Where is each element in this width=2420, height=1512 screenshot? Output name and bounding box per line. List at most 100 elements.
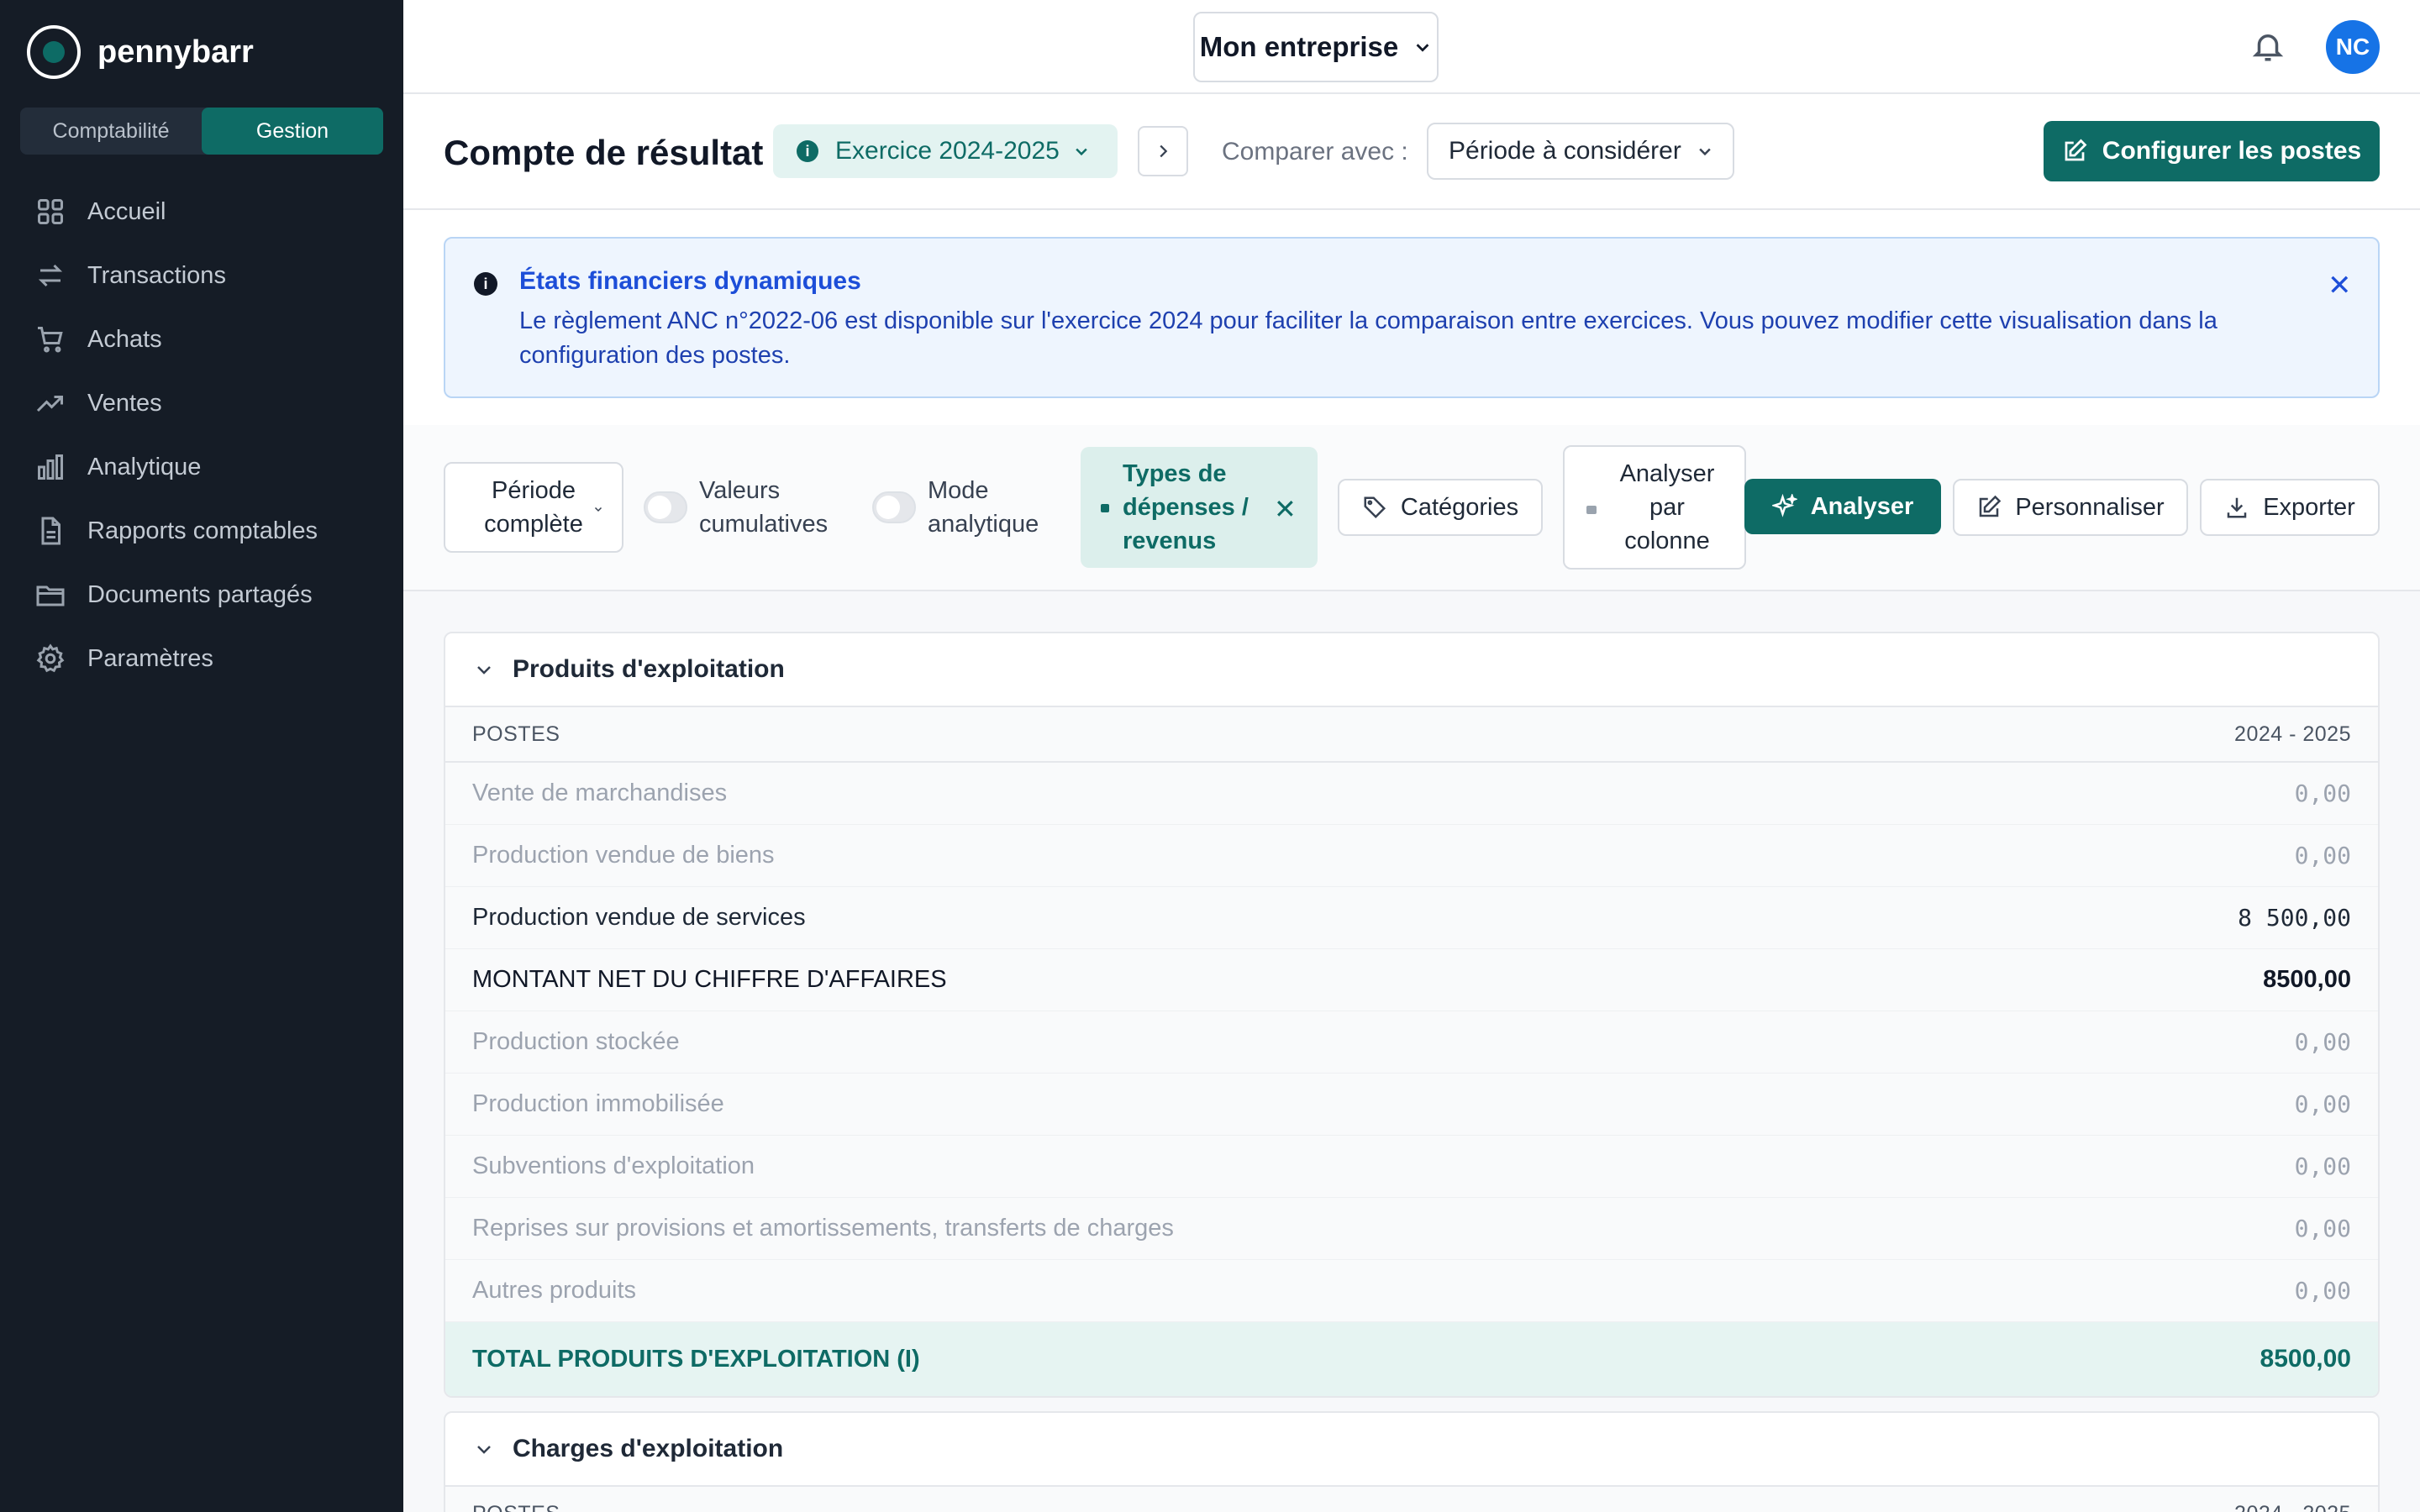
chevron-down-icon [1416, 44, 1429, 52]
sidebar-item-accueil[interactable]: Accueil [0, 180, 403, 244]
edit-icon [2065, 139, 2087, 161]
table-row[interactable]: MONTANT NET DU CHIFFRE D'AFFAIRES 8500,0… [445, 949, 2378, 1011]
row-label: Production stockée [472, 1028, 680, 1055]
column-header-period: 2024 - 2025 [2234, 722, 2351, 746]
info-banner: i États financiers dynamiques Le règleme… [444, 237, 2380, 398]
grid-icon [38, 199, 63, 224]
sidebar-item-analytique[interactable]: Analytique [0, 435, 403, 499]
sparkles-icon [1771, 494, 1797, 517]
types-filter-chip[interactable]: Types de dépenses / revenus ✕ [1081, 447, 1318, 568]
sidebar-item-transactions[interactable]: Transactions [0, 244, 403, 307]
info-icon: i [797, 140, 818, 162]
chevron-right-icon [1160, 144, 1168, 158]
sidebar-item-achats[interactable]: Achats [0, 307, 403, 371]
total-label: TOTAL PRODUITS D'EXPLOITATION (I) [472, 1345, 920, 1373]
analyze-button[interactable]: Analyser [1744, 479, 1941, 534]
customize-button[interactable]: Personnaliser [1953, 479, 2188, 536]
avatar[interactable]: NC [2326, 20, 2380, 74]
brand-name: pennybarr [97, 34, 254, 70]
company-name: Mon entreprise [1199, 31, 1399, 62]
document-icon [41, 517, 60, 545]
row-label: MONTANT NET DU CHIFFRE D'AFFAIRES [472, 966, 947, 993]
export-button[interactable]: Exporter [2200, 479, 2380, 536]
sidebar-item-label: Analytique [87, 453, 202, 480]
table-row[interactable]: Reprises sur provisions et amortissement… [445, 1198, 2378, 1260]
row-value: 0,00 [2294, 1090, 2351, 1118]
compare-period-value: Période à considérer [1449, 137, 1681, 165]
tab-comptabilite[interactable]: Comptabilité [20, 108, 202, 155]
download-icon [2227, 497, 2247, 518]
next-exercise-button[interactable] [1138, 126, 1188, 176]
section-title: Charges d'exploitation [513, 1435, 784, 1462]
trend-icon [36, 396, 63, 412]
gear-icon [36, 643, 65, 673]
table-row[interactable]: Production stockée 0,00 [445, 1011, 2378, 1074]
main-area: Mon entreprise NC Compte de résultat i E… [403, 0, 2420, 1512]
row-value: 8 500,00 [2238, 904, 2351, 932]
column-header-postes: POSTES [472, 1502, 560, 1512]
close-icon[interactable]: ✕ [1274, 492, 1297, 526]
table-row[interactable]: Production immobilisée 0,00 [445, 1074, 2378, 1136]
sidebar-item-ventes[interactable]: Ventes [0, 371, 403, 435]
sidebar-item-label: Documents partagés [87, 580, 313, 608]
period-dropdown[interactable]: Période complète [444, 462, 623, 553]
table-row[interactable]: Production vendue de services 8 500,00 [445, 887, 2378, 949]
tag-icon [1364, 496, 1386, 519]
column-header-postes: POSTES [472, 722, 560, 746]
report-toolbar: Période complète Valeurs cumulatives Mod… [403, 425, 2420, 591]
bell-icon[interactable] [2250, 29, 2286, 64]
analytic-toggle[interactable] [872, 491, 916, 523]
analyze-label: Analyser [1810, 492, 1914, 520]
banner-title: États financiers dynamiques [519, 267, 861, 295]
sidebar-item-label: Paramètres [87, 644, 213, 672]
close-icon[interactable]: ✕ [2328, 269, 2352, 302]
mode-switch: Comptabilité Gestion [20, 108, 383, 155]
row-label: Production immobilisée [472, 1090, 724, 1117]
tab-gestion[interactable]: Gestion [202, 108, 383, 155]
column-header-period: 2024 - 2025 [2234, 1502, 2351, 1512]
total-row: TOTAL PRODUITS D'EXPLOITATION (I) 8500,0… [445, 1322, 2378, 1396]
section-header[interactable]: Produits d'exploitation [445, 633, 2378, 707]
section-header[interactable]: Charges d'exploitation [445, 1413, 2378, 1487]
categories-button[interactable]: Catégories [1338, 479, 1543, 536]
folder-icon [36, 585, 65, 606]
table-row[interactable]: Autres produits 0,00 [445, 1260, 2378, 1322]
exercise-label: Exercice 2024-2025 [835, 137, 1060, 165]
brand[interactable]: pennybarr [27, 25, 254, 79]
section-charges: Charges d'exploitation POSTES 2024 - 202… [444, 1411, 2380, 1512]
sidebar-item-label: Transactions [87, 261, 226, 289]
table-row[interactable]: Subventions d'exploitation 0,00 [445, 1136, 2378, 1198]
compare-period-select[interactable]: Période à considérer [1427, 123, 1734, 180]
categories-label: Catégories [1400, 493, 1519, 521]
period-dropdown-label: Période complète [484, 477, 583, 538]
section-produits: Produits d'exploitation POSTES 2024 - 20… [444, 632, 2380, 1398]
brand-logo-icon [27, 25, 81, 79]
page-header: Compte de résultat i Exercice 2024-2025 … [403, 94, 2420, 210]
banner-text: Le règlement ANC n°2022-06 est disponibl… [519, 307, 2217, 369]
exercise-selector[interactable]: i Exercice 2024-2025 [773, 124, 1118, 178]
column-dot-icon [1586, 506, 1597, 514]
row-label: Vente de marchandises [472, 780, 728, 806]
customize-label: Personnaliser [2015, 493, 2165, 521]
sidebar-nav: Accueil Transactions Achats Ventes Analy… [0, 180, 403, 690]
company-selector[interactable]: Mon entreprise [1193, 12, 1439, 82]
row-label: Production vendue de services [472, 904, 806, 931]
analyze-by-column-button[interactable]: Analyser par colonne [1563, 445, 1746, 570]
table-row[interactable]: Vente de marchandises 0,00 [445, 763, 2378, 825]
sidebar-item-documents[interactable]: Documents partagés [0, 563, 403, 627]
row-value: 0,00 [2294, 1028, 2351, 1056]
cumulative-toggle[interactable] [644, 491, 687, 523]
analyze-by-column-label: Analyser par colonne [1619, 460, 1715, 554]
cart-icon [38, 327, 63, 353]
sidebar-item-rapports[interactable]: Rapports comptables [0, 499, 403, 563]
column-headers: POSTES 2024 - 2025 [445, 707, 2378, 763]
sidebar-item-label: Ventes [87, 389, 162, 417]
table-row[interactable]: Production vendue de biens 0,00 [445, 825, 2378, 887]
info-icon: i [474, 272, 497, 296]
chevron-down-icon [1076, 148, 1087, 156]
report-content: Produits d'exploitation POSTES 2024 - 20… [403, 591, 2420, 1512]
chevron-down-icon [477, 666, 491, 675]
configure-posts-button[interactable]: Configurer les postes [2044, 121, 2380, 181]
sidebar-item-parametres[interactable]: Paramètres [0, 627, 403, 690]
sidebar-item-label: Rapports comptables [87, 517, 318, 544]
